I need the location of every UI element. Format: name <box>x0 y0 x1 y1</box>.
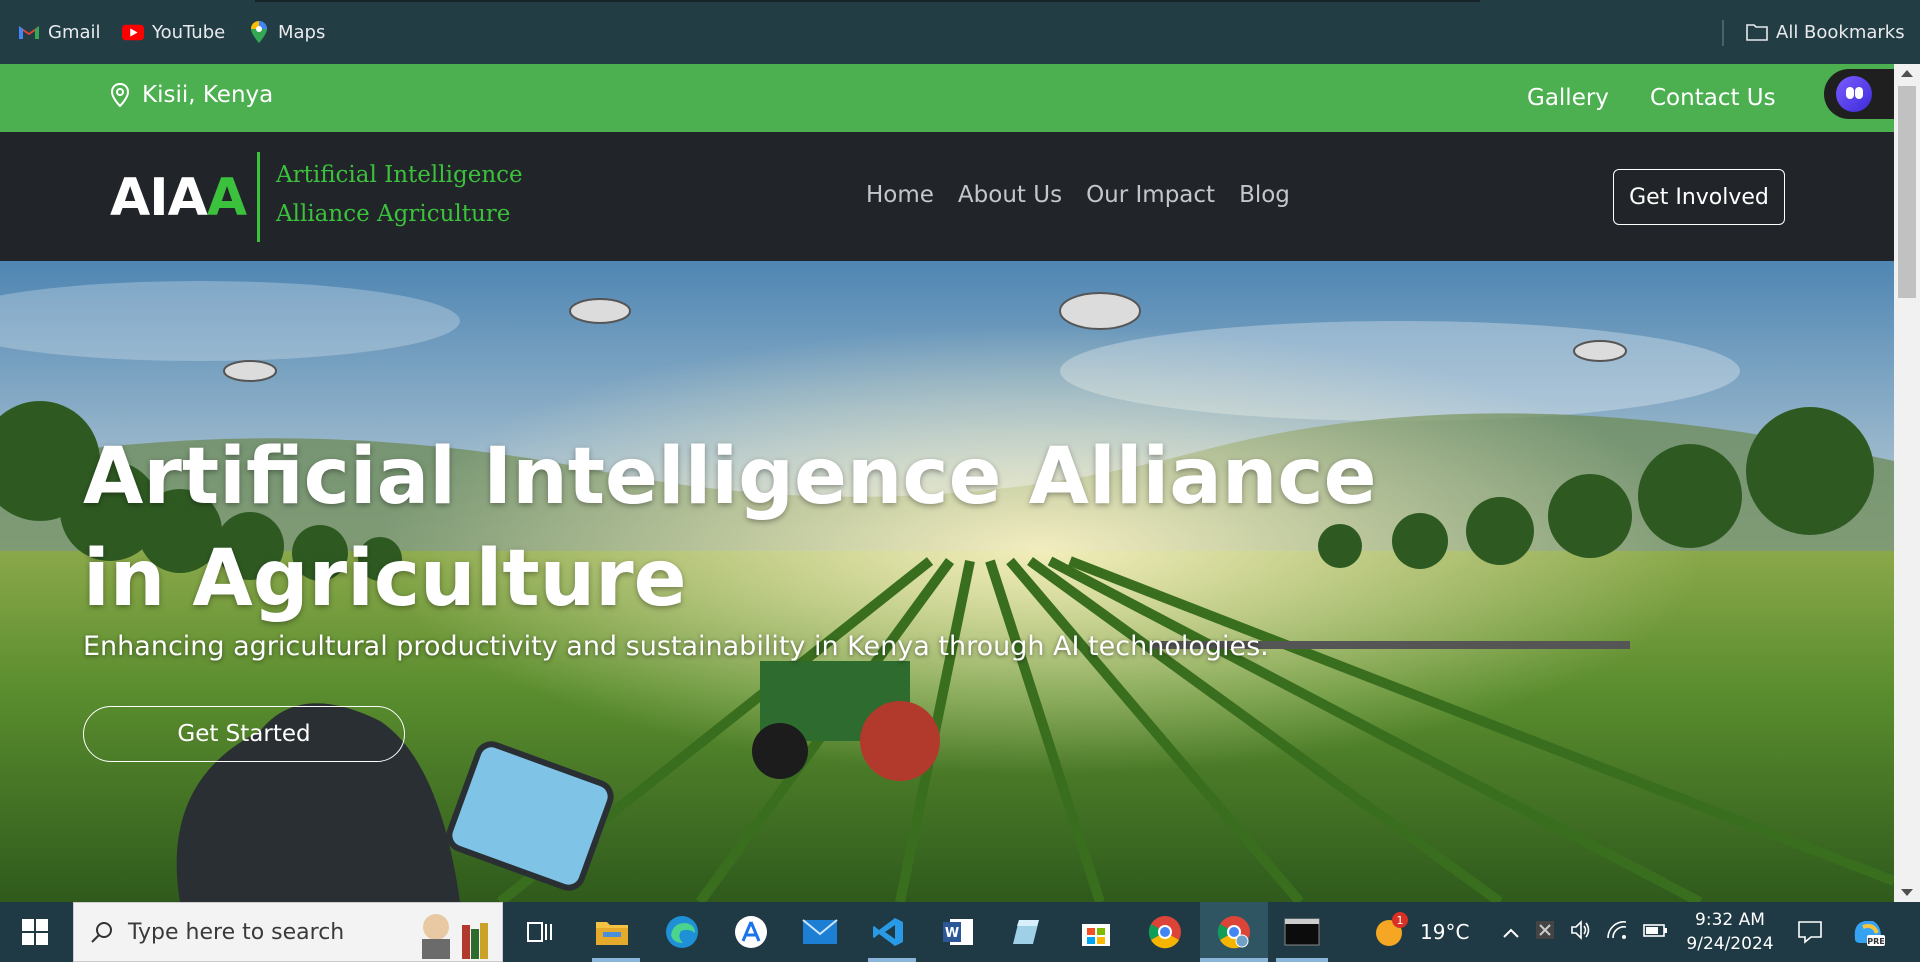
bookmark-gmail[interactable]: Gmail <box>18 19 101 45</box>
tagline-line-2: Alliance Agriculture <box>276 201 511 227</box>
bookmark-label: Gmail <box>48 21 101 43</box>
get-started-button[interactable]: Get Started <box>83 706 405 762</box>
svg-text:PRE: PRE <box>1867 937 1885 946</box>
battery-icon[interactable] <box>1642 920 1668 944</box>
copilot-icon[interactable]: PRE <box>1848 912 1888 952</box>
page-scrollbar[interactable] <box>1894 64 1920 902</box>
hero-section: Artificial Intelligence Alliance in Agri… <box>0 261 1894 902</box>
search-placeholder: Type here to search <box>128 919 345 945</box>
bookmark-label: YouTube <box>152 21 226 43</box>
nav-about-us[interactable]: About Us <box>958 182 1062 208</box>
notes-app-icon[interactable] <box>1006 912 1046 952</box>
word-icon[interactable]: W <box>938 912 978 952</box>
brand-tagline: Artificial Intelligence Alliance Agricul… <box>276 156 523 234</box>
maps-icon <box>248 21 270 43</box>
clock-date: 9/24/2024 <box>1686 934 1774 954</box>
youtube-icon <box>122 21 144 43</box>
wifi-icon[interactable] <box>1606 920 1628 945</box>
gmail-icon <box>18 21 40 43</box>
file-explorer-icon[interactable] <box>592 912 632 952</box>
weather-temperature: 19°C <box>1420 920 1470 944</box>
contact-us-link[interactable]: Contact Us <box>1650 85 1776 111</box>
scrollbar-thumb[interactable] <box>1898 86 1916 298</box>
main-navbar: AIAA Artificial Intelligence Alliance Ag… <box>0 132 1894 261</box>
logo-divider <box>257 152 260 242</box>
microsoft-store-icon[interactable] <box>1076 912 1116 952</box>
webpage: Kisii, Kenya Gallery Contact Us AIAA Art… <box>0 64 1920 902</box>
task-view-icon[interactable] <box>520 912 560 952</box>
nav-menu: Home About Us Our Impact Blog <box>866 182 1290 208</box>
weather-widget[interactable]: 1 19°C <box>1374 902 1469 962</box>
all-bookmarks-button[interactable]: All Bookmarks <box>1746 19 1905 45</box>
location-text: Kisii, Kenya <box>142 82 274 108</box>
bookmarks-bar: Gmail YouTube Maps All Bookmarks <box>0 0 1920 64</box>
assistant-bot-button[interactable] <box>1824 69 1900 119</box>
tray-app-icon[interactable] <box>1534 919 1556 946</box>
search-icon <box>91 922 112 943</box>
mail-icon[interactable] <box>800 912 840 952</box>
windows-start-icon[interactable] <box>22 919 48 945</box>
site-logo[interactable]: AIAA <box>110 168 247 228</box>
bot-icon <box>1836 76 1872 112</box>
weather-icon: 1 <box>1374 912 1408 948</box>
bookmark-youtube[interactable]: YouTube <box>122 19 225 45</box>
edge-icon[interactable] <box>662 912 702 952</box>
chrome-icon[interactable] <box>1145 912 1185 952</box>
location: Kisii, Kenya <box>110 82 273 108</box>
bookmarks-separator <box>1722 20 1724 46</box>
weather-badge: 1 <box>1392 912 1408 928</box>
active-indicator <box>1276 958 1328 962</box>
chrome-profile-icon[interactable] <box>1214 912 1254 952</box>
bookmark-label: Maps <box>278 21 326 43</box>
scroll-down-arrow-icon[interactable] <box>1901 889 1913 896</box>
all-bookmarks-label: All Bookmarks <box>1776 21 1905 43</box>
tagline-line-1: Artificial Intelligence <box>276 162 523 188</box>
app-store-icon[interactable] <box>731 912 771 952</box>
active-indicator <box>1200 958 1268 962</box>
notifications-icon[interactable] <box>1790 912 1830 952</box>
svg-text:W: W <box>945 926 959 941</box>
active-indicator <box>592 958 640 962</box>
windows-taskbar: Type here to search W 1 19°C 9:32 AM 9/2… <box>0 902 1920 962</box>
folder-icon <box>1746 21 1768 43</box>
location-pin-icon <box>110 83 130 107</box>
bookmark-maps[interactable]: Maps <box>248 19 325 45</box>
get-involved-button[interactable]: Get Involved <box>1613 169 1785 225</box>
clock-time: 9:32 AM <box>1695 910 1765 930</box>
nav-blog[interactable]: Blog <box>1239 182 1290 208</box>
hero-subtitle: Enhancing agricultural productivity and … <box>83 631 1269 662</box>
hero-title: Artificial Intelligence Alliance in Agri… <box>83 432 1377 624</box>
system-tray <box>1502 902 1668 962</box>
nav-our-impact[interactable]: Our Impact <box>1086 182 1215 208</box>
gallery-link[interactable]: Gallery <box>1527 85 1609 111</box>
taskbar-clock[interactable]: 9:32 AM 9/24/2024 <box>1680 908 1780 956</box>
top-info-bar: Kisii, Kenya Gallery Contact Us <box>0 64 1894 132</box>
chevron-up-icon[interactable] <box>1502 920 1520 944</box>
tab-strip-edge <box>255 0 1480 2</box>
taskbar-search-box[interactable]: Type here to search <box>73 902 503 962</box>
terminal-icon[interactable] <box>1282 912 1322 952</box>
active-indicator <box>868 958 916 962</box>
vscode-icon[interactable] <box>868 912 908 952</box>
scroll-up-arrow-icon[interactable] <box>1901 70 1913 77</box>
volume-icon[interactable] <box>1570 919 1592 946</box>
nav-home[interactable]: Home <box>866 182 934 208</box>
search-highlight-illustration <box>422 914 488 959</box>
